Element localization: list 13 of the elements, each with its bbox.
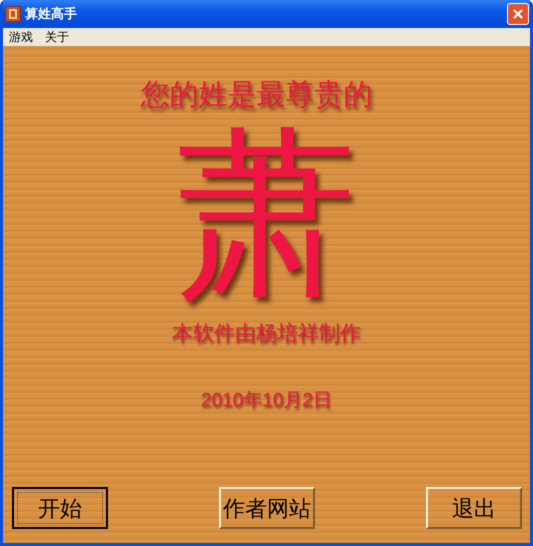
menu-item[interactable]: 游戏: [9, 28, 33, 46]
close-icon: [512, 8, 524, 20]
close-button[interactable]: [507, 3, 529, 25]
action-button[interactable]: 退出: [426, 487, 522, 529]
menu-item[interactable]: 关于: [45, 28, 69, 46]
result-heading: 您的姓是最尊贵的: [140, 78, 372, 113]
app-icon: [5, 6, 21, 22]
author-credit: 本软件由杨培祥制作: [172, 320, 361, 346]
release-date: 2010年10月2日: [201, 389, 332, 413]
action-button[interactable]: 开始: [12, 487, 108, 529]
action-button[interactable]: 作者网站: [219, 487, 315, 529]
surname-character: 萧: [176, 124, 356, 304]
window-title: 算姓高手: [25, 5, 77, 24]
